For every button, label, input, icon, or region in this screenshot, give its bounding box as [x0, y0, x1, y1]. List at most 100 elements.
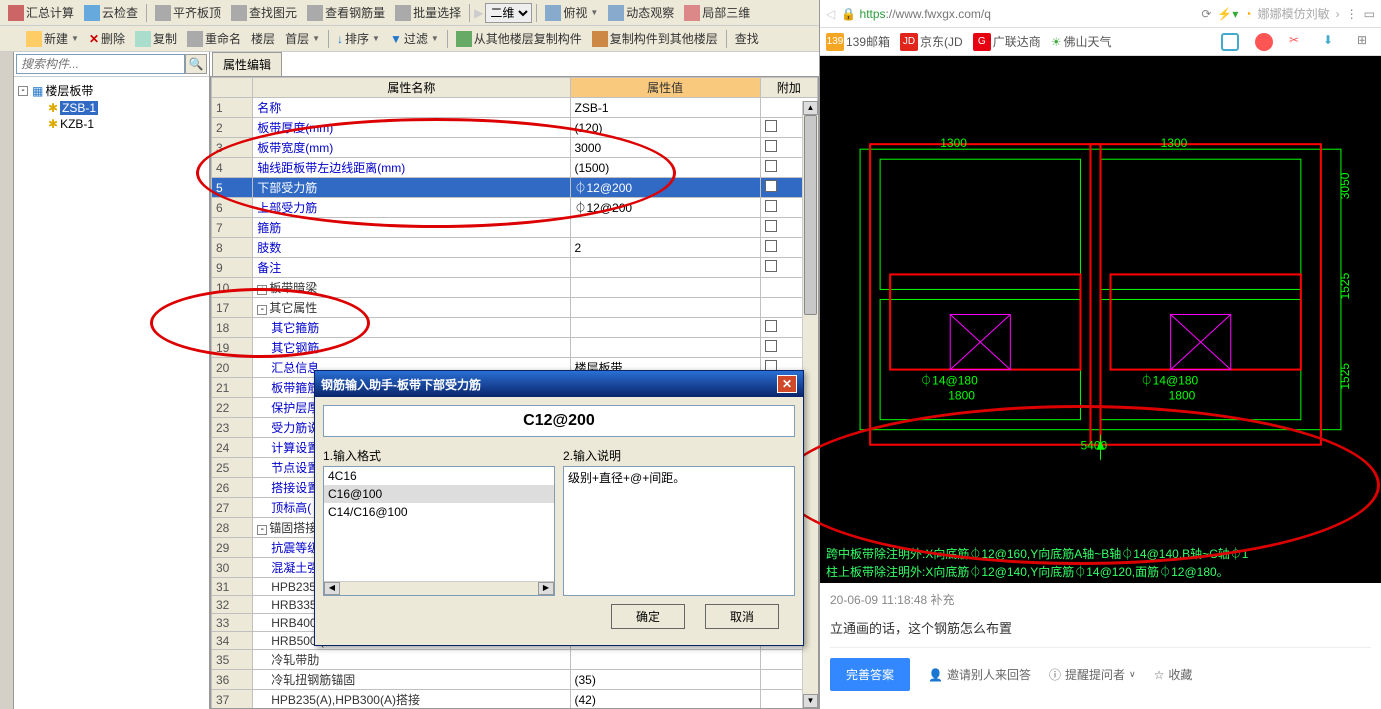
tb-sort[interactable]: ↓排序▼ — [333, 28, 384, 49]
url-display[interactable]: 🔒 https://www.fwxgx.com/q — [841, 7, 1195, 21]
ok-button[interactable]: 确定 — [611, 604, 685, 629]
left-sidebar-strip[interactable] — [0, 52, 14, 709]
prop-name-cell[interactable]: 板带宽度(mm) — [253, 138, 570, 158]
prop-row-36[interactable]: 36冷轧扭钢筋锚固(35) — [212, 670, 818, 690]
prop-value-cell[interactable]: ZSB-1 — [570, 98, 760, 118]
bookmark-jd[interactable]: JD京东(JD — [900, 33, 963, 51]
tree-item-zsb1[interactable]: ✱ ZSB-1 — [18, 100, 205, 116]
prop-value-cell[interactable] — [570, 650, 760, 670]
dialog-titlebar[interactable]: 钢筋输入助手-板带下部受力筋 ✕ — [315, 371, 803, 397]
tb-delete[interactable]: ✕删除 — [85, 28, 129, 49]
download-icon[interactable]: ⬇ — [1323, 33, 1341, 51]
scroll-right-icon[interactable]: ▶ — [538, 582, 554, 595]
prop-name-cell[interactable]: 冷轧扭钢筋锚固 — [253, 670, 570, 690]
prop-value-cell[interactable]: (42) — [570, 690, 760, 709]
format-item-1[interactable]: C16@100 — [324, 485, 554, 503]
prop-value-cell[interactable]: 3000 — [570, 138, 760, 158]
prop-value-cell[interactable]: (120) — [570, 118, 760, 138]
search-caret-icon[interactable]: › — [1336, 7, 1340, 21]
tb-rename[interactable]: 重命名 — [183, 28, 245, 49]
scroll-thumb[interactable] — [804, 115, 817, 315]
expand-icon[interactable]: - — [257, 305, 267, 315]
prop-name-cell[interactable]: HPB235(A),HPB300(A)搭接 — [253, 690, 570, 709]
tb-find-elem[interactable]: 查找图元 — [227, 2, 301, 23]
prop-name-cell[interactable]: -其它属性 — [253, 298, 570, 318]
tb-first-floor[interactable]: 首层▼ — [281, 28, 324, 49]
record-icon[interactable] — [1255, 33, 1273, 51]
view-mode-select[interactable]: 二维 — [485, 3, 532, 23]
close-icon[interactable]: ✕ — [777, 375, 797, 393]
search-input[interactable] — [16, 54, 185, 74]
prop-value-cell[interactable] — [570, 218, 760, 238]
tb-top-view[interactable]: 俯视▼ — [541, 2, 602, 23]
scissors-icon[interactable]: ✂ — [1289, 33, 1307, 51]
prop-name-cell[interactable]: 箍筋 — [253, 218, 570, 238]
prop-name-cell[interactable]: 轴线距板带左边线距离(mm) — [253, 158, 570, 178]
checkbox-icon[interactable] — [765, 320, 777, 332]
tb-flat-top[interactable]: 平齐板顶 — [151, 2, 225, 23]
prop-row-1[interactable]: 1名称ZSB-1 — [212, 98, 818, 118]
prop-name-cell[interactable]: 其它钢筋 — [253, 338, 570, 358]
tb-cloud[interactable]: 云检查 — [80, 2, 142, 23]
format-item-0[interactable]: 4C16 — [324, 467, 554, 485]
prop-row-37[interactable]: 37HPB235(A),HPB300(A)搭接(42) — [212, 690, 818, 709]
prop-row-3[interactable]: 3板带宽度(mm)3000 — [212, 138, 818, 158]
prop-name-cell[interactable]: 板带厚度(mm) — [253, 118, 570, 138]
prop-row-2[interactable]: 2板带厚度(mm)(120) — [212, 118, 818, 138]
cad-drawing-view[interactable]: 1300 1300 3050 1525 1525 5400 ⏀14@180 ⏀1… — [820, 56, 1381, 583]
prop-name-cell[interactable]: 冷轧带肋 — [253, 650, 570, 670]
prop-row-9[interactable]: 9备注 — [212, 258, 818, 278]
prop-value-cell[interactable] — [570, 278, 760, 298]
prop-value-cell[interactable] — [570, 338, 760, 358]
checkbox-icon[interactable] — [765, 180, 777, 192]
prop-value-cell[interactable] — [570, 298, 760, 318]
prop-name-cell[interactable]: 肢数 — [253, 238, 570, 258]
remind-button[interactable]: ⓘ提醒提问者∨ — [1049, 666, 1136, 683]
tb-summary[interactable]: 汇总计算 — [4, 2, 78, 23]
lightning-icon[interactable]: ⚡▾ — [1217, 7, 1238, 21]
prop-row-19[interactable]: 19其它钢筋 — [212, 338, 818, 358]
prop-name-cell[interactable]: 备注 — [253, 258, 570, 278]
checkbox-icon[interactable] — [765, 260, 777, 272]
horizontal-scrollbar[interactable]: ◀▶ — [324, 581, 554, 595]
checkbox-icon[interactable] — [765, 200, 777, 212]
tab-back-icon[interactable]: ◁ — [826, 7, 835, 21]
prop-name-cell[interactable]: +板带暗梁 — [253, 278, 570, 298]
tb-local-3d[interactable]: 局部三维 — [680, 2, 754, 23]
improve-answer-button[interactable]: 完善答案 — [830, 658, 910, 691]
format-list[interactable]: 4C16 C16@100 C14/C16@100 ◀▶ — [323, 466, 555, 596]
prop-row-18[interactable]: 18其它箍筋 — [212, 318, 818, 338]
prop-value-cell[interactable]: 2 — [570, 238, 760, 258]
prop-value-cell[interactable] — [570, 318, 760, 338]
component-tree[interactable]: - ▦ 楼层板带 ✱ ZSB-1 ✱ KZB-1 — [14, 77, 209, 136]
prop-row-10[interactable]: 10+板带暗梁 — [212, 278, 818, 298]
vertical-scrollbar[interactable]: ▲ ▼ — [802, 101, 818, 708]
prop-name-cell[interactable]: 上部受力筋 — [253, 198, 570, 218]
prop-row-7[interactable]: 7箍筋 — [212, 218, 818, 238]
prop-value-cell[interactable] — [570, 258, 760, 278]
menu-icon[interactable]: ⋮ — [1346, 7, 1358, 21]
prop-value-cell[interactable]: (1500) — [570, 158, 760, 178]
checkbox-icon[interactable] — [765, 140, 777, 152]
tb-dynamic[interactable]: 动态观察 — [604, 2, 678, 23]
tb-view-rebar[interactable]: 查看钢筋量 — [303, 2, 389, 23]
expand-icon[interactable]: - — [257, 525, 267, 535]
prop-row-6[interactable]: 6上部受力筋⏀12@200 — [212, 198, 818, 218]
collapse-icon[interactable]: - — [18, 86, 28, 96]
prop-value-cell[interactable]: ⏀12@200 — [570, 178, 760, 198]
checkbox-icon[interactable] — [765, 220, 777, 232]
tb-new[interactable]: 新建▼ — [22, 28, 83, 49]
collect-button[interactable]: ☆收藏 — [1154, 666, 1193, 683]
tb-floor[interactable]: 楼层 — [247, 28, 279, 49]
screenshot-icon[interactable] — [1221, 33, 1239, 51]
checkbox-icon[interactable] — [765, 160, 777, 172]
prop-value-cell[interactable]: (35) — [570, 670, 760, 690]
checkbox-icon[interactable] — [765, 340, 777, 352]
bookmark-gld[interactable]: G广联达商 — [973, 33, 1041, 51]
rebar-value-input[interactable] — [323, 405, 795, 437]
search-button[interactable]: 🔍 — [185, 54, 207, 74]
checkbox-icon[interactable] — [765, 240, 777, 252]
tb-copy-from[interactable]: 从其他楼层复制构件 — [452, 28, 586, 49]
grid-icon[interactable]: ⊞ — [1357, 33, 1375, 51]
bookmark-weather[interactable]: ☀佛山天气 — [1051, 33, 1112, 50]
